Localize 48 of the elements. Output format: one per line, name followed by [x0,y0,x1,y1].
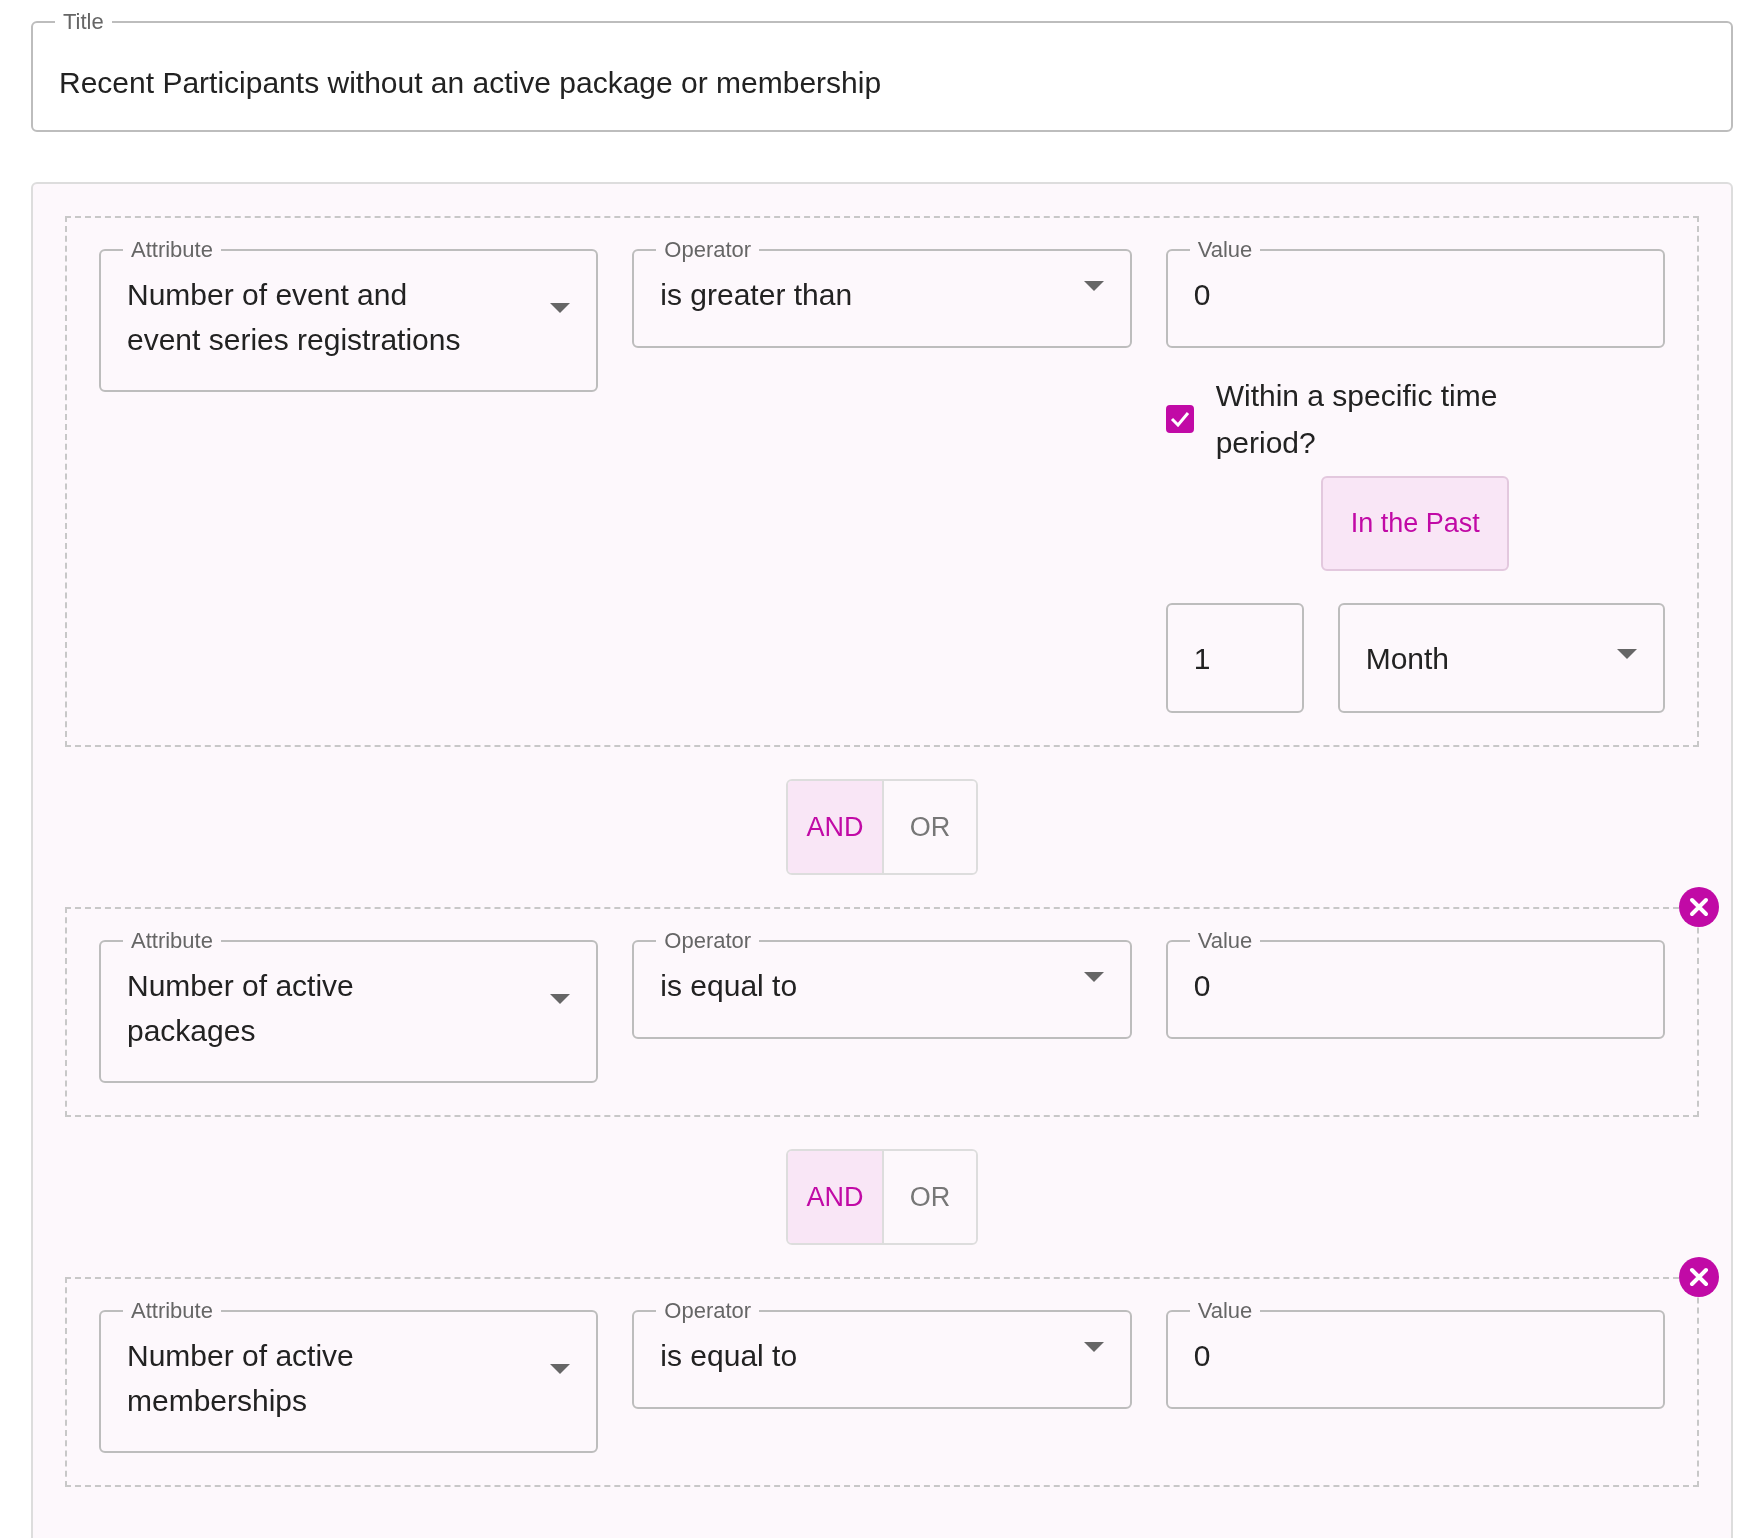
field-value: 0 [1193,968,1211,1004]
caret-icon [550,994,571,1004]
attribute-value: Number of active packages [127,968,355,1049]
logic-toggle-option[interactable]: AND [788,781,882,873]
field-label: Value [1196,1299,1254,1323]
logic-toggle-option[interactable]: AND [788,1151,882,1243]
amount-value: 1 [1193,640,1211,677]
field-label: Value [1196,929,1254,953]
field-label: Operator [663,1299,753,1323]
remove-icon[interactable] [1679,1257,1719,1297]
attribute-dropdown[interactable]: Attribute Number of event and event series registrations [99,238,599,392]
logic-toggle-option[interactable]: OR [882,1151,976,1243]
field-value: 0 [1193,1338,1211,1374]
amount-field[interactable]: 1 [1165,603,1304,713]
caret-icon [1083,280,1104,291]
remove-icon[interactable] [1679,887,1719,927]
field-label: Operator [663,238,753,262]
attribute-value: Number of event and event series registrations [127,277,462,358]
checkmark-icon [1169,411,1190,427]
caret-icon [1083,1341,1104,1352]
checkbox-label: Within a specific time period? [1215,378,1499,461]
field-value: 0 [1193,277,1211,313]
attribute-dropdown[interactable]: Attribute Number of active memberships [99,1299,599,1453]
field-label: Value [1196,238,1254,262]
unit-dropdown[interactable]: Month [1337,603,1665,713]
title-value: Recent Participants without an active package or membership [59,64,882,101]
field-label: Attribute [130,929,214,953]
unit-value: Month [1365,640,1450,677]
caret-icon [1083,971,1104,982]
operator-value: is greater than [660,277,853,313]
caret-icon [550,1364,571,1374]
value-field[interactable]: Value 0 [1165,1299,1665,1409]
checkbox[interactable] [1165,405,1194,433]
title-field[interactable]: Title Recent Participants without an active package or membership [31,10,1733,132]
caret-icon [1617,649,1637,659]
field-label: Attribute [130,238,214,262]
field-label: Operator [663,929,753,953]
field-label: Attribute [130,1299,214,1323]
value-field[interactable]: Value 0 [1165,929,1665,1039]
logic-toggle-option[interactable]: OR [882,781,976,873]
attribute-dropdown[interactable]: Attribute Number of active packages [99,929,599,1083]
field-label: Title [62,10,105,34]
operator-value: is equal to [660,1338,798,1374]
caret-icon [550,303,571,313]
direction-button[interactable]: In the Past [1321,476,1510,571]
attribute-value: Number of active memberships [127,1338,355,1419]
operator-value: is equal to [660,968,798,1004]
value-field[interactable]: Value 0 [1165,238,1665,348]
